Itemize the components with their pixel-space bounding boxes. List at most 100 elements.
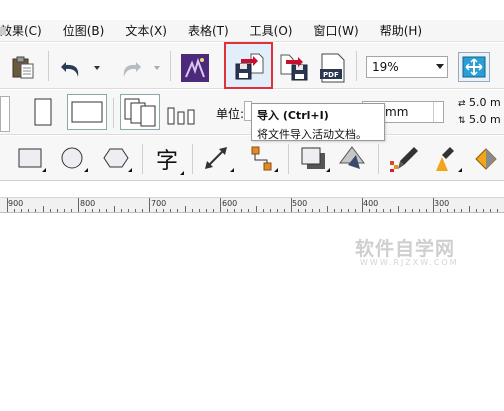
ruler-tick: [390, 209, 392, 212]
ruler-tick: [63, 209, 65, 212]
y-offset-icon: ⇅: [458, 116, 466, 126]
polygon-tool[interactable]: [100, 143, 134, 175]
ruler-tick: [482, 209, 484, 212]
ruler-tick: [326, 206, 328, 212]
ruler-tick: [291, 198, 292, 212]
ruler-tick: [149, 198, 150, 212]
ruler-label: 700: [151, 199, 167, 208]
nudge-spinner[interactable]: [433, 102, 443, 122]
ruler-tick: [376, 209, 378, 212]
page-bars-icon: [167, 107, 195, 125]
ruler-label: 600: [222, 199, 238, 208]
ruler-tick: [7, 198, 8, 212]
import-button[interactable]: [228, 48, 270, 86]
menu-window[interactable]: 窗口(W): [313, 22, 358, 39]
fill-eyedropper-tool[interactable]: [428, 143, 464, 175]
corel-launcher-icon: [181, 54, 209, 82]
svg-text:PDF: PDF: [323, 71, 339, 79]
ruler-tick: [397, 206, 399, 212]
undo-icon: [61, 62, 79, 77]
interactive-fill-tool[interactable]: [470, 143, 504, 175]
ruler-tick: [340, 209, 342, 212]
ruler-tick: [99, 209, 101, 212]
publish-pdf-icon: PDF: [320, 53, 345, 83]
portrait-button[interactable]: [30, 96, 56, 128]
ruler-tick: [141, 209, 143, 212]
paste-button[interactable]: [6, 52, 40, 82]
ruler-tick: [35, 209, 37, 212]
chevron-down-icon: [154, 66, 160, 70]
chevron-down-icon: [436, 64, 444, 69]
color-eyedropper-tool[interactable]: [386, 143, 422, 175]
horizontal-ruler[interactable]: 900 800 700 600 500 400 300: [0, 197, 504, 213]
ruler-tick: [191, 209, 193, 212]
rectangle-tool-icon: [18, 148, 46, 172]
watermark-title: 软件自学网: [355, 238, 456, 260]
duplicate-y[interactable]: ⇅ 5.0 m: [458, 113, 501, 126]
export-button[interactable]: [274, 50, 314, 86]
duplicate-x[interactable]: ⇄ 5.0 m: [458, 96, 501, 109]
ruler-tick: [468, 206, 470, 212]
zoom-level-select[interactable]: 19%: [366, 56, 448, 78]
redo-button[interactable]: [116, 54, 144, 82]
full-screen-button[interactable]: [458, 52, 490, 82]
undo-dropdown[interactable]: [92, 64, 102, 72]
drop-shadow-tool[interactable]: [296, 143, 332, 175]
ruler-tick: [347, 209, 349, 212]
ruler-tick: [106, 209, 108, 212]
all-pages-button[interactable]: [120, 94, 160, 130]
redo-icon: [123, 62, 141, 77]
menu-tools[interactable]: 工具(O): [250, 22, 293, 39]
ruler-tick: [269, 209, 271, 212]
undo-button[interactable]: [58, 54, 86, 82]
ellipse-tool[interactable]: [56, 143, 90, 175]
menu-text[interactable]: 文本(X): [125, 22, 167, 39]
import-tooltip: 导入 (Ctrl+I) 将文件导入活动文档。: [251, 103, 385, 141]
ruler-tick: [85, 209, 87, 212]
connector-tool[interactable]: [244, 143, 280, 175]
rectangle-tool[interactable]: [14, 143, 48, 175]
redo-dropdown[interactable]: [152, 64, 162, 72]
full-screen-icon: [462, 56, 486, 78]
text-tool[interactable]: 字: [150, 143, 184, 175]
ruler-tick: [461, 209, 463, 212]
ruler-tick: [227, 209, 229, 212]
unit-label: 单位:: [216, 107, 245, 121]
tooltip-description: 将文件导入活动文档。: [257, 128, 367, 141]
menu-table[interactable]: 表格(T): [188, 22, 229, 39]
export-icon: [280, 54, 308, 81]
ruler-tick: [298, 209, 300, 212]
ruler-tick: [404, 209, 406, 212]
ruler-tick: [440, 209, 442, 212]
ruler-tick: [319, 209, 321, 212]
color-eyedropper-icon: [390, 147, 418, 172]
menu-effects[interactable]: 效果(C): [0, 22, 42, 39]
ruler-tick: [92, 209, 94, 212]
ruler-label: 800: [80, 199, 96, 208]
transparency-tool[interactable]: [336, 143, 372, 175]
ruler-tick: [56, 209, 58, 212]
chevron-down-icon: [94, 66, 100, 70]
current-page-button[interactable]: [164, 100, 200, 128]
ruler-tick: [177, 209, 179, 212]
ruler-tick: [354, 209, 356, 212]
page-size-spinner[interactable]: [0, 96, 10, 132]
menu-bitmaps[interactable]: 位图(B): [63, 22, 105, 39]
ruler-tick: [255, 206, 257, 212]
landscape-page-icon: [71, 101, 103, 123]
ruler-tick: [433, 198, 434, 212]
ruler-tick: [163, 209, 165, 212]
ruler-tick: [496, 209, 498, 212]
transparency-tool-icon: [339, 146, 365, 169]
ruler-tick: [418, 209, 420, 212]
polygon-tool-icon: [103, 148, 132, 172]
ruler-label: 400: [363, 199, 379, 208]
publish-pdf-button[interactable]: PDF: [316, 50, 350, 86]
ruler-tick: [205, 209, 207, 212]
ruler-tick: [184, 206, 186, 212]
duplicate-x-value: 5.0 m: [469, 96, 501, 109]
menu-help[interactable]: 帮助(H): [380, 22, 422, 39]
landscape-button[interactable]: [67, 94, 107, 130]
corel-launcher-button[interactable]: [178, 52, 212, 84]
dimension-tool[interactable]: [200, 143, 236, 175]
